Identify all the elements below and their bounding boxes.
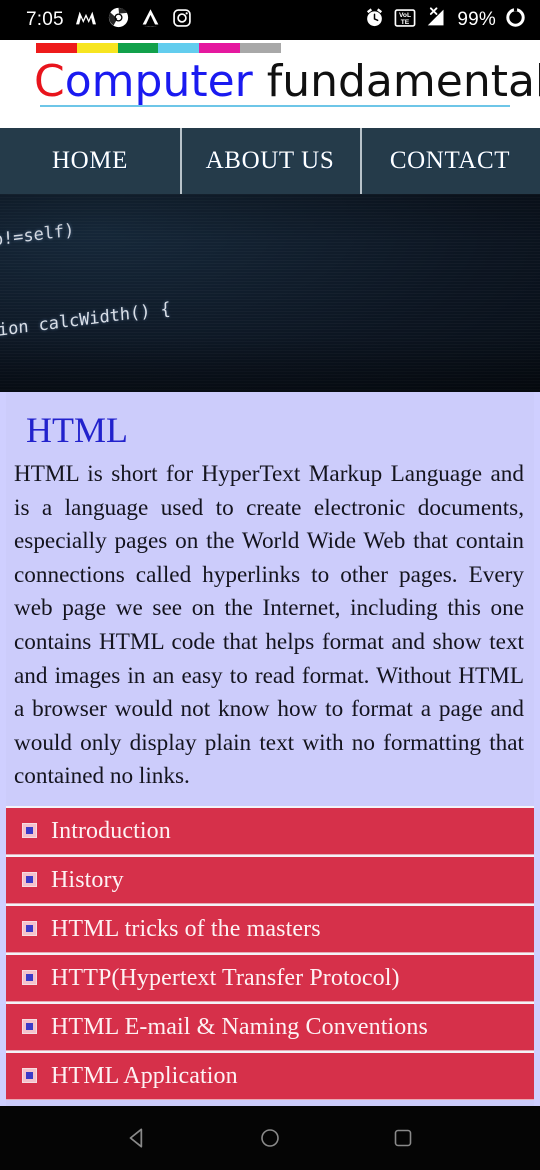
site-header: Computer fundamentals <box>0 40 540 128</box>
color-bar-segment-gray <box>240 43 281 53</box>
list-item-label: HTTP(Hypertext Transfer Protocol) <box>51 964 400 991</box>
signal-no-service-icon <box>425 7 448 33</box>
site-logo[interactable]: Computer fundamentals <box>34 43 540 109</box>
list-item-label: HTML E-mail & Naming Conventions <box>51 1013 428 1040</box>
logo-text-part3: fundamentals <box>252 56 540 107</box>
code-banner-image: if(top!=self) function calcWidth() { var… <box>0 194 540 392</box>
alarm-icon <box>364 7 385 33</box>
m-app-icon <box>75 8 97 33</box>
article-body-text: HTML is short for HyperText Markup Langu… <box>14 461 524 790</box>
square-bullet-icon <box>22 872 37 888</box>
android-navigation-bar <box>0 1106 540 1170</box>
status-bar: 7:05 VoL TE 99% <box>0 0 540 40</box>
color-bar-segment-blue <box>158 43 200 53</box>
page-title: HTML <box>26 410 128 450</box>
nav-item-contact[interactable]: CONTACT <box>360 128 540 194</box>
chrome-icon <box>108 7 129 33</box>
home-icon[interactable] <box>246 1114 294 1162</box>
instagram-icon <box>172 8 192 33</box>
square-bullet-icon <box>22 823 37 839</box>
list-item[interactable]: Introduction <box>6 805 534 855</box>
square-bullet-icon <box>22 970 37 986</box>
list-item-label: HTML Application <box>51 1062 238 1089</box>
list-item-label: History <box>51 866 124 893</box>
list-item[interactable]: HTTP(Hypertext Transfer Protocol) <box>6 952 534 1002</box>
banner-vignette <box>0 194 540 392</box>
color-bar-segment-green <box>117 43 159 53</box>
color-bar-segment-magenta <box>199 43 241 53</box>
square-bullet-icon <box>22 921 37 937</box>
volte-icon: VoL TE <box>394 8 416 33</box>
svg-text:TE: TE <box>401 19 410 26</box>
logo-color-bar <box>36 43 281 53</box>
logo-text-part2: omputer <box>64 56 253 107</box>
amazon-appstore-icon <box>140 7 161 33</box>
back-icon[interactable] <box>113 1114 161 1162</box>
main-navigation: HOME ABOUT US CONTACT <box>0 128 540 194</box>
list-item[interactable]: History <box>6 854 534 904</box>
status-time: 7:05 <box>26 9 64 30</box>
logo-text: Computer fundamentals <box>34 55 540 109</box>
list-item-label: HTML tricks of the masters <box>51 915 321 942</box>
nav-item-about-us[interactable]: ABOUT US <box>180 128 360 194</box>
recents-icon[interactable] <box>379 1114 427 1162</box>
battery-ring-icon <box>505 7 526 33</box>
phone-screen: 7:05 VoL TE 99% Computer fundamentals HO… <box>0 0 540 1170</box>
square-bullet-icon <box>22 1068 37 1084</box>
list-item[interactable]: HTML tricks of the masters <box>6 903 534 953</box>
square-bullet-icon <box>22 1019 37 1035</box>
color-bar-segment-yellow <box>76 43 118 53</box>
svg-text:VoL: VoL <box>399 12 411 19</box>
topic-list: Introduction History HTML tricks of the … <box>6 805 534 1100</box>
color-bar-segment-red <box>36 43 77 53</box>
logo-text-part1: C <box>34 56 65 107</box>
article-inner: HTML HTML is short for HyperText Markup … <box>6 392 534 1106</box>
nav-item-home[interactable]: HOME <box>0 128 180 194</box>
status-bar-right: VoL TE 99% <box>364 7 526 33</box>
status-bar-left: 7:05 <box>26 7 192 33</box>
battery-percent: 99% <box>457 9 496 30</box>
list-item[interactable]: HTML E-mail & Naming Conventions <box>6 1001 534 1051</box>
list-item-label: Introduction <box>51 817 171 844</box>
article-section: HTML HTML is short for HyperText Markup … <box>0 392 540 1106</box>
list-item[interactable]: HTML Application <box>6 1050 534 1100</box>
